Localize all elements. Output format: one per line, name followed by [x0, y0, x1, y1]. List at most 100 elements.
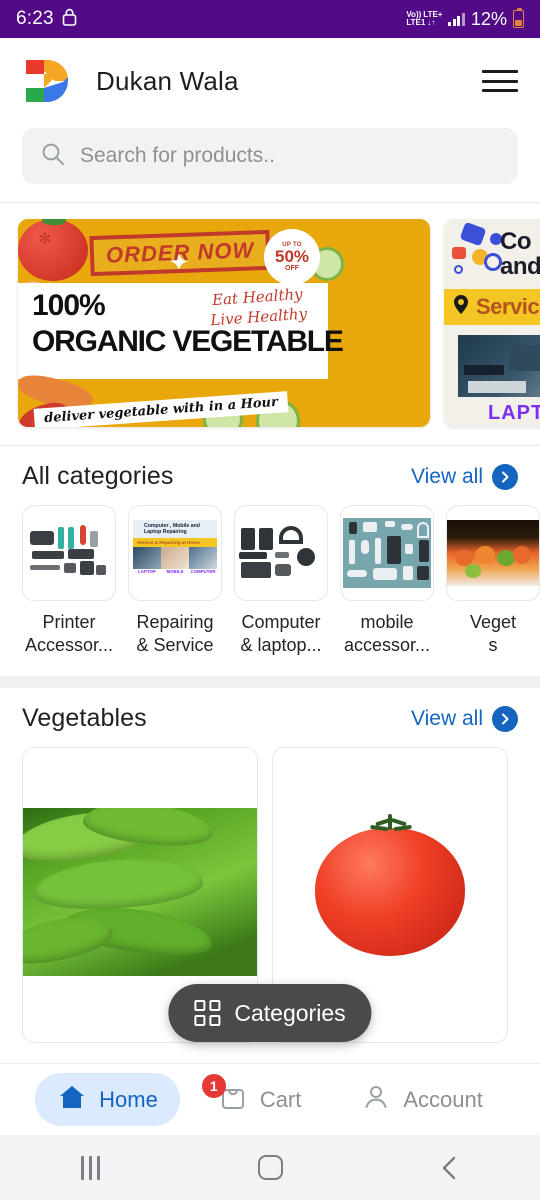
nav-item-cart[interactable]: 1 Cart	[196, 1072, 324, 1127]
category-label-line1: mobile	[360, 612, 414, 632]
battery-icon	[513, 7, 524, 28]
category-label: mobile accessor...	[340, 611, 434, 656]
category-label: Veget s	[446, 611, 540, 656]
all-categories-title: All categories	[22, 462, 174, 490]
all-categories-view-all-button[interactable]: View all	[411, 463, 518, 490]
category-item-printer-accessories[interactable]: Printer Accessor...	[22, 505, 116, 656]
banner-b-service-band: Servic	[444, 289, 540, 325]
home-square-icon[interactable]	[235, 1148, 305, 1188]
vegetables-photo	[447, 520, 539, 586]
android-navigation-bar	[0, 1135, 540, 1200]
badge-off: OFF	[285, 265, 299, 272]
banner-b-footer-text: LAPT	[488, 402, 540, 424]
banner-b-title-line2: and	[500, 253, 540, 281]
tomato-stem	[364, 814, 416, 840]
order-now-stamp: ORDER NOW	[89, 229, 271, 277]
nav-item-home[interactable]: Home	[35, 1073, 180, 1126]
repair-thumb-tags: LAPTOP MOBILE COMPUTER	[133, 569, 217, 577]
battery-percent: 12%	[470, 8, 507, 29]
repair-thumb-heading: Computer , Mobile and Laptop Repairing	[133, 520, 217, 538]
repair-tag-mobile: MOBILE	[166, 569, 184, 574]
category-label: Repairing & Service	[128, 611, 222, 656]
cart-badge: 1	[201, 1074, 226, 1098]
vegetables-thumb	[446, 505, 540, 601]
search-section: Search for products..	[0, 124, 540, 202]
app-header: Dukan Wala	[0, 38, 540, 124]
categories-list[interactable]: Printer Accessor... Computer , Mobile an…	[0, 501, 540, 676]
banner-b-title-line1: Co	[500, 228, 532, 255]
section-separator	[0, 676, 540, 688]
banner-computer-service[interactable]: Co and Servic LAPT	[444, 219, 540, 427]
category-label-line2: accessor...	[343, 634, 431, 655]
category-item-repairing-service[interactable]: Computer , Mobile and Laptop Repairing S…	[128, 505, 222, 656]
banner-organic-vegetable[interactable]: ✻ ✦ ORDER NOW UP TO 50% OFF 100% ORGANIC…	[18, 219, 430, 427]
repair-tag-computer: COMPUTER	[190, 569, 216, 574]
view-all-label: View all	[411, 706, 483, 730]
banner-b-photo	[458, 335, 540, 397]
category-item-vegetables[interactable]: Veget s	[446, 505, 540, 656]
tomato-decoration	[18, 219, 88, 281]
mobile-accessories-illustration	[343, 518, 431, 588]
printer-parts-illustration	[28, 525, 110, 581]
category-item-mobile-accessories[interactable]: mobile accessor...	[340, 505, 434, 656]
search-icon	[40, 141, 66, 172]
category-label-line1: Computer	[241, 612, 321, 632]
banner-carousel[interactable]: ✻ ✦ ORDER NOW UP TO 50% OFF 100% ORGANIC…	[0, 203, 540, 445]
view-all-label: View all	[411, 464, 483, 488]
mobile-accessories-thumb	[340, 505, 434, 601]
dukan-wala-logo	[22, 56, 74, 106]
floating-categories-label: Categories	[234, 999, 346, 1026]
nav-label-home: Home	[99, 1086, 158, 1112]
hamburger-menu-icon[interactable]	[482, 67, 518, 95]
nav-item-account[interactable]: Account	[339, 1072, 505, 1127]
status-bar-right: Vo)) LTE+ LTE1 ↓↑ 12%	[406, 7, 524, 30]
category-label-line1: Repairing	[136, 612, 214, 632]
vegetables-title: Vegetables	[22, 704, 147, 732]
recents-icon[interactable]	[55, 1148, 125, 1188]
chevron-right-circle-icon	[492, 463, 518, 490]
printer-accessories-thumb	[22, 505, 116, 601]
repairing-service-thumb: Computer , Mobile and Laptop Repairing S…	[128, 505, 222, 601]
nav-label-cart: Cart	[259, 1086, 302, 1112]
banner-b-service-text: Servic	[476, 294, 540, 319]
search-bar[interactable]: Search for products..	[22, 128, 518, 184]
page-title: Dukan Wala	[96, 65, 239, 96]
search-input[interactable]: Search for products..	[80, 144, 275, 168]
person-icon	[361, 1082, 391, 1117]
badge-percent: 50%	[274, 247, 310, 266]
repair-thumb-subheading: Service & Repairing at Home	[133, 538, 217, 547]
lock-icon	[62, 8, 77, 31]
category-label-line2: Accessor...	[24, 634, 114, 655]
chevron-right-circle-icon	[492, 705, 518, 732]
green-pea-pods-image	[23, 808, 257, 976]
discount-badge: UP TO 50% OFF	[264, 229, 320, 285]
category-item-computer-laptop[interactable]: Computer & laptop...	[234, 505, 328, 656]
confetti-icon: ✻	[38, 231, 52, 248]
grid-icon	[194, 1000, 221, 1026]
repair-thumb-photos	[133, 547, 217, 569]
category-label-line2: & Service	[136, 634, 214, 655]
computer-laptop-thumb	[234, 505, 328, 601]
category-label: Computer & laptop...	[234, 611, 328, 656]
category-label: Printer Accessor...	[22, 611, 116, 656]
home-icon	[57, 1083, 87, 1116]
status-bar-left: 6:23	[16, 8, 77, 31]
signal-bars-icon	[448, 12, 465, 26]
computer-peripherals-illustration	[239, 524, 323, 582]
all-categories-header: All categories View all	[0, 446, 540, 501]
banner-headline-bottom: ORGANIC VEGETABLE	[32, 325, 344, 358]
category-label-line1: Printer	[42, 612, 96, 632]
data-arrows-icon: ↓↑	[427, 18, 436, 27]
category-label-line2: & laptop...	[240, 634, 322, 655]
repair-tag-laptop: LAPTOP	[138, 569, 156, 574]
location-pin-icon	[452, 294, 470, 321]
floating-categories-button[interactable]: Categories	[168, 984, 372, 1042]
vegetables-view-all-button[interactable]: View all	[411, 705, 518, 732]
sim-label: LTE1	[406, 18, 426, 27]
vegetables-header: Vegetables View all	[0, 688, 540, 743]
banner-headline-top: 100%	[32, 289, 106, 322]
nav-label-account: Account	[403, 1086, 483, 1112]
red-tomato-image	[273, 808, 507, 976]
volte-indicator: Vo)) LTE+ LTE1 ↓↑	[406, 11, 442, 27]
back-chevron-icon[interactable]	[415, 1148, 485, 1188]
